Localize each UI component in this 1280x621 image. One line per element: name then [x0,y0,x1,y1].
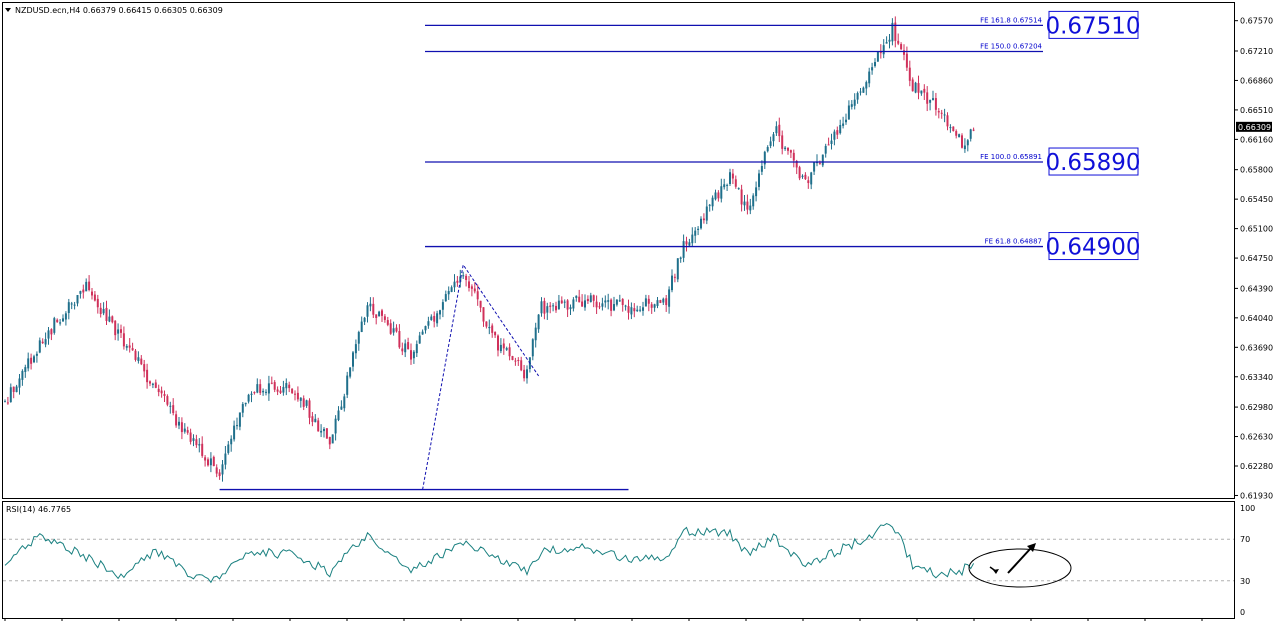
price-tick-label: 0.63340 [1240,373,1273,382]
candle [53,316,56,335]
price-tick-label: 0.62630 [1240,433,1273,442]
price-tick-label: 0.65450 [1240,195,1273,204]
price-tick-label: 0.67210 [1240,47,1273,56]
fib-level-label: FE 150.0 0.67204 [980,42,1042,50]
fib-price-big-label: 0.64900 [1045,235,1140,261]
candle [876,51,879,63]
price-tick-label: 0.66860 [1240,76,1273,85]
rsi-tick-label: 0 [1240,608,1245,617]
fib-level-label: FE 100.0 0.65891 [980,153,1042,161]
symbol-info: NZDUSD.ecn,H4 0.66379 0.66415 0.66305 0.… [15,6,223,15]
rsi-tick-label: 100 [1240,504,1255,513]
price-tick-label: 0.65800 [1240,166,1273,175]
rsi-tick-label: 30 [1240,577,1250,586]
candle [958,133,961,138]
candle [134,348,137,362]
candle [325,428,328,439]
fib-level-label: FE 61.8 0.64887 [985,238,1042,246]
candle [111,315,114,324]
candle [798,165,801,181]
candle [511,355,514,361]
price-tick-label: 0.65100 [1240,225,1273,234]
trading-chart: NZDUSD.ecn,H4 0.66379 0.66415 0.66305 0.… [2,2,1273,621]
price-tick-label: 0.62980 [1240,403,1273,412]
candle [659,299,662,304]
current-price-label: 0.66309 [1238,123,1271,132]
candle [961,133,963,149]
price-tick-label: 0.61930 [1240,491,1273,500]
price-tick-label: 0.66510 [1240,106,1273,115]
price-tick-label: 0.63690 [1240,343,1273,352]
fib-price-big-label: 0.67510 [1045,13,1140,39]
price-tick-label: 0.67570 [1240,17,1273,26]
candle [166,394,169,407]
candle [821,154,824,168]
price-tick-label: 0.64040 [1240,314,1273,323]
price-tick-label: 0.64390 [1240,284,1273,293]
candle [676,258,679,283]
fib-level-label: FE 161.8 0.67514 [980,16,1042,24]
rsi-info: RSI(14) 46.7765 [6,505,71,514]
candle [212,455,215,467]
candle [914,81,917,94]
rsi-tick-label: 70 [1240,535,1250,544]
fib-price-big-label: 0.65890 [1045,150,1140,176]
price-tick-label: 0.62280 [1240,462,1273,471]
candle [346,371,349,399]
candle [331,434,334,444]
price-tick-label: 0.66160 [1240,135,1273,144]
price-tick-label: 0.64750 [1240,254,1273,263]
candle [952,126,955,132]
